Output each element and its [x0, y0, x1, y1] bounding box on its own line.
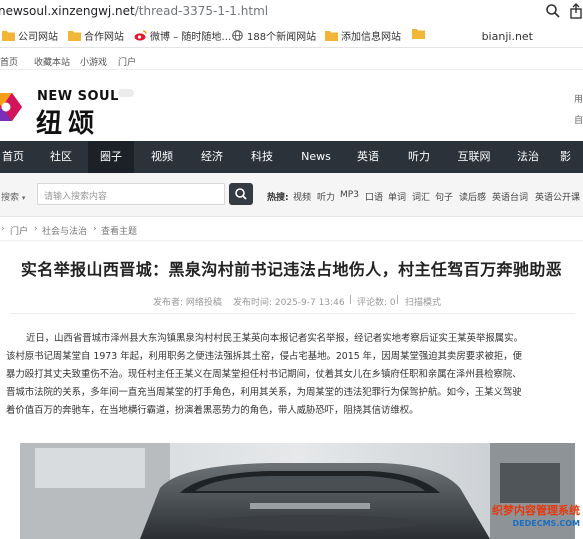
nav-item-law[interactable]: 法治 [506, 141, 550, 173]
bookmarks-bar: 公司网站 合作网站 微博 – 随时随地… 188个新闻网站 添加信息网站 bia… [0, 24, 583, 48]
bookmark-label: 公司网站 [18, 32, 58, 43]
bookmark-label: 合作网站 [84, 32, 124, 43]
folder-icon [325, 31, 338, 41]
nav-item-home[interactable]: 首页 [0, 141, 26, 173]
site-logo-icon[interactable] [0, 89, 22, 125]
toplink-portal[interactable]: 门户 [118, 55, 136, 68]
site-watermark: 织梦内容管理系统 DEDECMS.COM [470, 502, 580, 528]
nav-item-news[interactable]: News [292, 141, 340, 173]
nav-item-tech[interactable]: 科技 [240, 141, 284, 173]
meta-separator: | [349, 295, 353, 305]
article-paragraph: 晋城市法院的关系，多年间一直充当周某堂的打手角色，利用其关系，为周某堂的违法犯罪… [6, 387, 522, 398]
hot-term[interactable]: 读后感 [459, 190, 486, 203]
nav-item-listening[interactable]: 听力 [397, 141, 441, 173]
weibo-icon [134, 30, 147, 41]
logo-badge [118, 89, 134, 97]
search-bar: 搜索 ▾ 请输入搜索内容 热搜: 视频 听力 MP3 口语 单词 词汇 句子 读… [0, 173, 583, 217]
header-side-text: 用 [573, 95, 583, 105]
divider [0, 240, 583, 241]
nav-item-film[interactable]: 影 [560, 141, 583, 173]
bookmark-news-sites[interactable]: 188个新闻网站 [231, 28, 316, 43]
bookmark-label: 188个新闻网站 [247, 32, 317, 43]
hot-term[interactable]: MP3 [340, 190, 359, 200]
hot-term[interactable]: 英语台词 [492, 190, 528, 203]
article-paragraph: 暴力殴打其丈夫致重伤不治。现任村主任王某义在周某堂担任村书记期间，仗着其女儿在乡… [6, 369, 522, 380]
bookmark-label: 微博 – 随时随地… [150, 32, 232, 43]
bookmark-add-info[interactable]: 添加信息网站 [325, 28, 401, 43]
hot-term[interactable]: 词汇 [412, 190, 430, 203]
chevron-down-icon: ▾ [21, 194, 26, 202]
nav-item-video[interactable]: 视频 [140, 141, 184, 173]
breadcrumb-view-topic: 查看主题 [101, 227, 138, 237]
bookmark-company[interactable]: 公司网站 [2, 28, 58, 43]
site-header: NEW SOUL 纽颂 用 自 [0, 71, 583, 141]
search-icon [235, 188, 247, 200]
bookmark-weibo[interactable]: 微博 – 随时随地… [134, 28, 231, 43]
nav-item-english[interactable]: 英语 [346, 141, 390, 173]
toplink-favorite[interactable]: 收藏本站 [34, 55, 70, 68]
search-input[interactable]: 请输入搜索内容 [37, 183, 225, 205]
nav-item-circle[interactable]: 圈子 [88, 141, 134, 173]
watermark-line1: 织梦内容管理系统 [492, 504, 580, 517]
share-icon[interactable] [568, 3, 583, 19]
folder-icon [68, 31, 81, 41]
logo-english: NEW SOUL [37, 89, 119, 104]
header-side-text: 自 [573, 116, 583, 126]
search-type-select[interactable]: 搜索 ▾ [1, 190, 25, 203]
meta-separator: | [396, 295, 400, 305]
toplink-home[interactable]: 首页 [0, 55, 18, 68]
article-paragraph: 近日，山西省晋城市泽州县大东沟镇黑泉沟村村民王某英向本报记者实名举报，经记者实地… [26, 333, 523, 344]
article-scan-mode[interactable]: 扫描模式 [405, 295, 441, 308]
divider [10, 313, 575, 314]
bookmark-folder[interactable] [412, 28, 428, 39]
breadcrumb-separator: › [34, 224, 38, 234]
hot-term[interactable]: 单词 [388, 190, 406, 203]
watermark-line2: DEDECMS.COM [512, 519, 580, 528]
bookmark-partner[interactable]: 合作网站 [68, 28, 124, 43]
bookmark-label: 添加信息网站 [341, 32, 401, 43]
nav-item-internet[interactable]: 互联网 [448, 141, 500, 173]
article-paragraph: 着价值百万的奔驰车，在当地横行霸道，扮演着黑恶势力的角色，带人威胁恐吓，阻挠其信… [6, 405, 419, 416]
top-links: 首页 收藏本站 小游戏 门户 [0, 50, 583, 70]
nav-item-community[interactable]: 社区 [36, 141, 86, 173]
article-paragraph: 该村原书记周某堂自 1973 年起，利用职务之便违法强拆其土窑，侵占宅基地。20… [6, 351, 523, 362]
hot-search-label: 热搜: [267, 193, 289, 203]
search-button[interactable] [229, 183, 253, 205]
article-time: 发布时间: 2025-9-7 13:46 [233, 298, 345, 308]
hot-term[interactable]: 英语公开课 [535, 190, 580, 203]
hot-term[interactable]: 听力 [317, 190, 335, 203]
folder-icon [2, 31, 15, 41]
folder-icon [412, 29, 425, 39]
article-author: 发布者: 网络投稿 [153, 298, 222, 308]
main-nav: 首页 社区 圈子 视频 经济 科技 News 英语 听力 互联网 法治 影 [0, 141, 583, 173]
url-host: newsoul.xinzengwj.net [0, 4, 135, 18]
breadcrumb-portal[interactable]: 门户 [10, 224, 28, 237]
globe-icon [232, 30, 243, 41]
search-type-label: 搜索 [1, 193, 20, 203]
breadcrumb-separator: › [93, 224, 97, 234]
hot-term[interactable]: 口语 [365, 190, 383, 203]
zoom-search-icon[interactable] [545, 3, 561, 19]
nav-item-economy[interactable]: 经济 [189, 141, 235, 173]
breadcrumb: › 门户 › 社会与法治 › 查看主题 [0, 218, 583, 238]
article-body: 近日，山西省晋城市泽州县大东沟镇黑泉沟村村民王某英向本报记者实名举报，经记者实地… [6, 330, 583, 420]
logo-chinese: 纽颂 [36, 109, 101, 139]
hot-term[interactable]: 视频 [293, 190, 311, 203]
address-bar[interactable]: newsoul.xinzengwj.net/thread-3375-1-1.ht… [0, 0, 583, 22]
breadcrumb-society-law[interactable]: 社会与法治 [42, 224, 87, 237]
article-comments[interactable]: 评论数: 0 [357, 295, 396, 308]
bianji-text: bianji.net [481, 30, 533, 43]
toplink-games[interactable]: 小游戏 [80, 55, 107, 68]
article-title: 实名举报山西晋城：黑泉沟村前书记违法占地伤人，村主任驾百万奔驰助恶 [20, 260, 563, 279]
breadcrumb-separator: › [1, 224, 5, 234]
url-text[interactable]: newsoul.xinzengwj.net/thread-3375-1-1.ht… [0, 4, 268, 18]
url-path: /thread-3375-1-1.html [134, 4, 269, 18]
hot-term[interactable]: 句子 [435, 190, 453, 203]
